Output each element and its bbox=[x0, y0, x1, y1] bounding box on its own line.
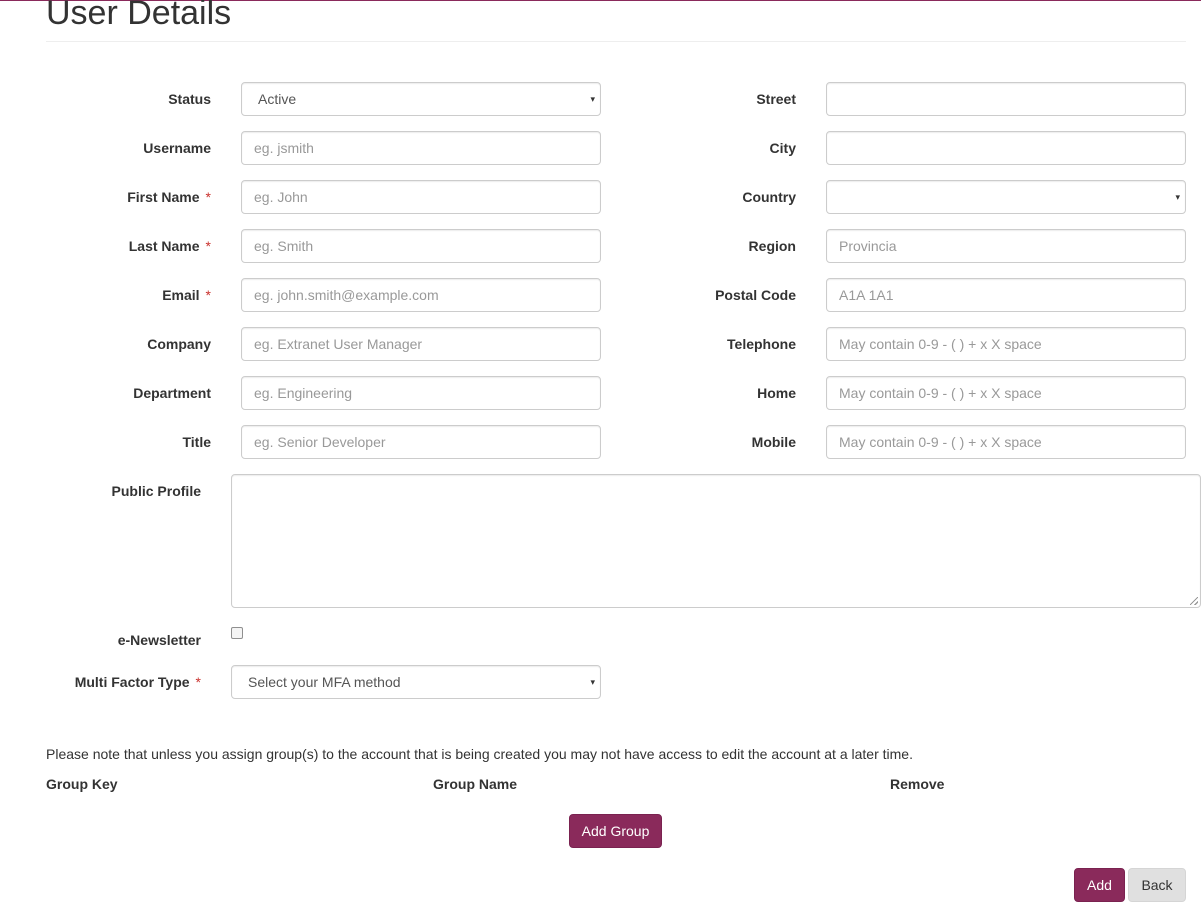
public-profile-textarea[interactable] bbox=[231, 474, 1201, 608]
chevron-down-icon: ▾ bbox=[1175, 192, 1180, 202]
title-label: Title bbox=[182, 434, 211, 450]
status-value: Active bbox=[258, 91, 297, 107]
last-name-input[interactable] bbox=[241, 229, 601, 263]
back-button[interactable]: Back bbox=[1128, 868, 1186, 902]
title-input[interactable] bbox=[241, 425, 601, 459]
status-select[interactable]: Active ▾ bbox=[241, 82, 601, 116]
company-label: Company bbox=[147, 336, 211, 352]
add-group-button[interactable]: Add Group bbox=[569, 814, 662, 848]
telephone-input[interactable] bbox=[826, 327, 1186, 361]
company-input[interactable] bbox=[241, 327, 601, 361]
group-name-column-header: Group Name bbox=[433, 776, 518, 792]
region-input[interactable] bbox=[826, 229, 1186, 263]
username-label: Username bbox=[143, 140, 211, 156]
country-select[interactable]: ▾ bbox=[826, 180, 1186, 214]
title-divider bbox=[46, 41, 1186, 42]
required-marker: * bbox=[205, 238, 211, 254]
department-input[interactable] bbox=[241, 376, 601, 410]
country-label: Country bbox=[742, 189, 796, 205]
last-name-label: Last Name * bbox=[128, 238, 211, 254]
street-label: Street bbox=[756, 91, 796, 107]
postal-code-label: Postal Code bbox=[715, 287, 796, 303]
status-label: Status bbox=[168, 91, 211, 107]
first-name-label: First Name * bbox=[127, 189, 211, 205]
home-phone-input[interactable] bbox=[826, 376, 1186, 410]
required-marker: * bbox=[205, 189, 211, 205]
email-input[interactable] bbox=[241, 278, 601, 312]
remove-column-header: Remove bbox=[890, 776, 945, 792]
mfa-value: Select your MFA method bbox=[248, 674, 401, 690]
chevron-down-icon: ▾ bbox=[590, 677, 595, 687]
mfa-select[interactable]: Select your MFA method ▾ bbox=[231, 665, 601, 699]
city-input[interactable] bbox=[826, 131, 1186, 165]
groups-note: Please note that unless you assign group… bbox=[46, 746, 913, 762]
mfa-label: Multi Factor Type * bbox=[74, 674, 201, 690]
mobile-label: Mobile bbox=[751, 434, 796, 450]
page-title: User Details bbox=[46, 0, 232, 32]
mobile-input[interactable] bbox=[826, 425, 1186, 459]
add-button[interactable]: Add bbox=[1074, 868, 1125, 902]
required-marker: * bbox=[205, 287, 211, 303]
home-label: Home bbox=[757, 385, 796, 401]
group-key-column-header: Group Key bbox=[46, 776, 118, 792]
email-label: Email * bbox=[162, 287, 211, 303]
required-marker: * bbox=[195, 674, 201, 690]
e-newsletter-label: e-Newsletter bbox=[117, 632, 201, 648]
telephone-label: Telephone bbox=[727, 336, 796, 352]
resize-grip-icon[interactable] bbox=[1190, 597, 1198, 605]
city-label: City bbox=[769, 140, 796, 156]
region-label: Region bbox=[748, 238, 796, 254]
public-profile-label: Public Profile bbox=[111, 483, 201, 499]
chevron-down-icon: ▾ bbox=[590, 94, 595, 104]
e-newsletter-checkbox[interactable] bbox=[231, 627, 243, 639]
department-label: Department bbox=[133, 385, 211, 401]
first-name-input[interactable] bbox=[241, 180, 601, 214]
street-input[interactable] bbox=[826, 82, 1186, 116]
username-input[interactable] bbox=[241, 131, 601, 165]
postal-code-input[interactable] bbox=[826, 278, 1186, 312]
